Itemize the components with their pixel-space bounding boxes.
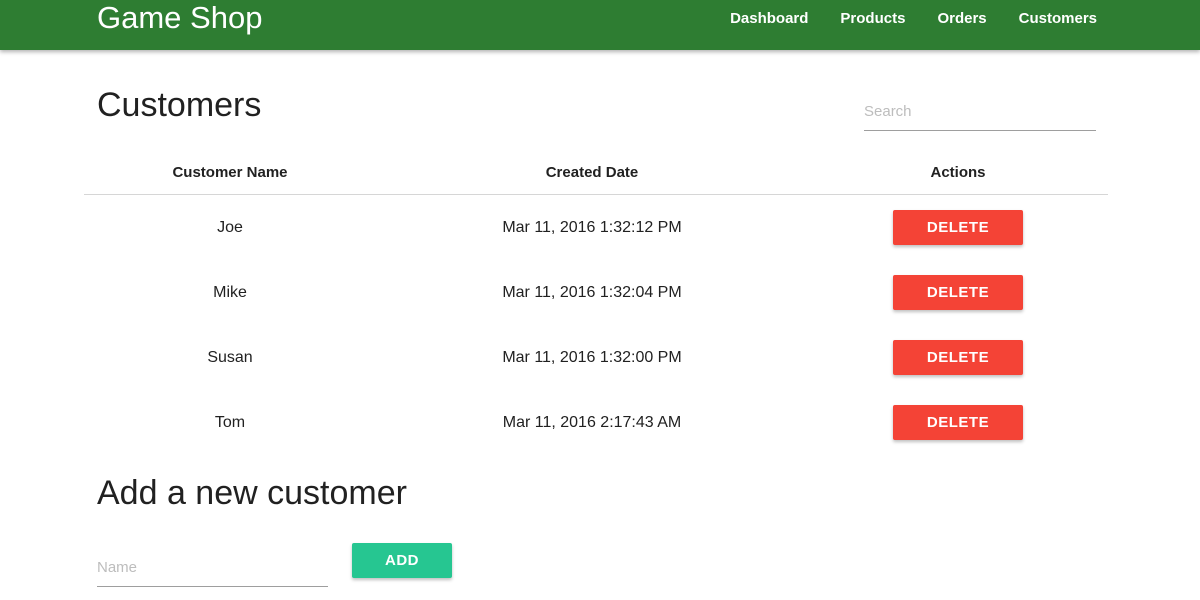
table-header-row: Customer Name Created Date Actions [84,150,1108,195]
table-row: Mike Mar 11, 2016 1:32:04 PM DELETE [84,260,1108,325]
column-header-actions: Actions [808,150,1108,195]
customer-name-cell: Joe [217,218,243,236]
brand-logo[interactable]: Game Shop [97,0,262,36]
delete-button[interactable]: DELETE [893,405,1023,440]
page-title: Customers [97,86,262,124]
customers-table: Customer Name Created Date Actions Joe M… [84,150,1108,455]
top-navbar: Game Shop Dashboard Products Orders Cust… [0,0,1200,50]
column-header-created-date: Created Date [376,150,808,195]
delete-button[interactable]: DELETE [893,275,1023,310]
table-row: Susan Mar 11, 2016 1:32:00 PM DELETE [84,325,1108,390]
table-row: Joe Mar 11, 2016 1:32:12 PM DELETE [84,195,1108,261]
nav-links: Dashboard Products Orders Customers [698,0,1097,36]
nav-link-orders[interactable]: Orders [937,10,986,27]
actions-cell: DELETE [808,390,1108,455]
customer-name-cell: Tom [214,413,246,431]
nav-link-dashboard[interactable]: Dashboard [730,10,808,27]
created-date-cell: Mar 11, 2016 2:17:43 AM [502,413,682,431]
created-date-cell: Mar 11, 2016 1:32:12 PM [502,218,682,236]
table-row: Tom Mar 11, 2016 2:17:43 AM DELETE [84,390,1108,455]
name-input[interactable] [97,548,328,587]
actions-cell: DELETE [808,260,1108,325]
add-customer-button[interactable]: ADD [352,543,452,578]
add-customer-title: Add a new customer [97,474,407,512]
created-date-cell: Mar 11, 2016 1:32:04 PM [502,283,682,301]
column-header-customer-name: Customer Name [84,150,376,195]
created-date-cell: Mar 11, 2016 1:32:00 PM [502,348,682,366]
search-input[interactable] [864,92,1096,131]
actions-cell: DELETE [808,195,1108,261]
customer-name-cell: Mike [213,283,247,301]
delete-button[interactable]: DELETE [893,340,1023,375]
nav-link-products[interactable]: Products [840,10,905,27]
actions-cell: DELETE [808,325,1108,390]
customer-name-cell: Susan [207,348,253,366]
nav-link-customers[interactable]: Customers [1019,10,1097,27]
delete-button[interactable]: DELETE [893,210,1023,245]
